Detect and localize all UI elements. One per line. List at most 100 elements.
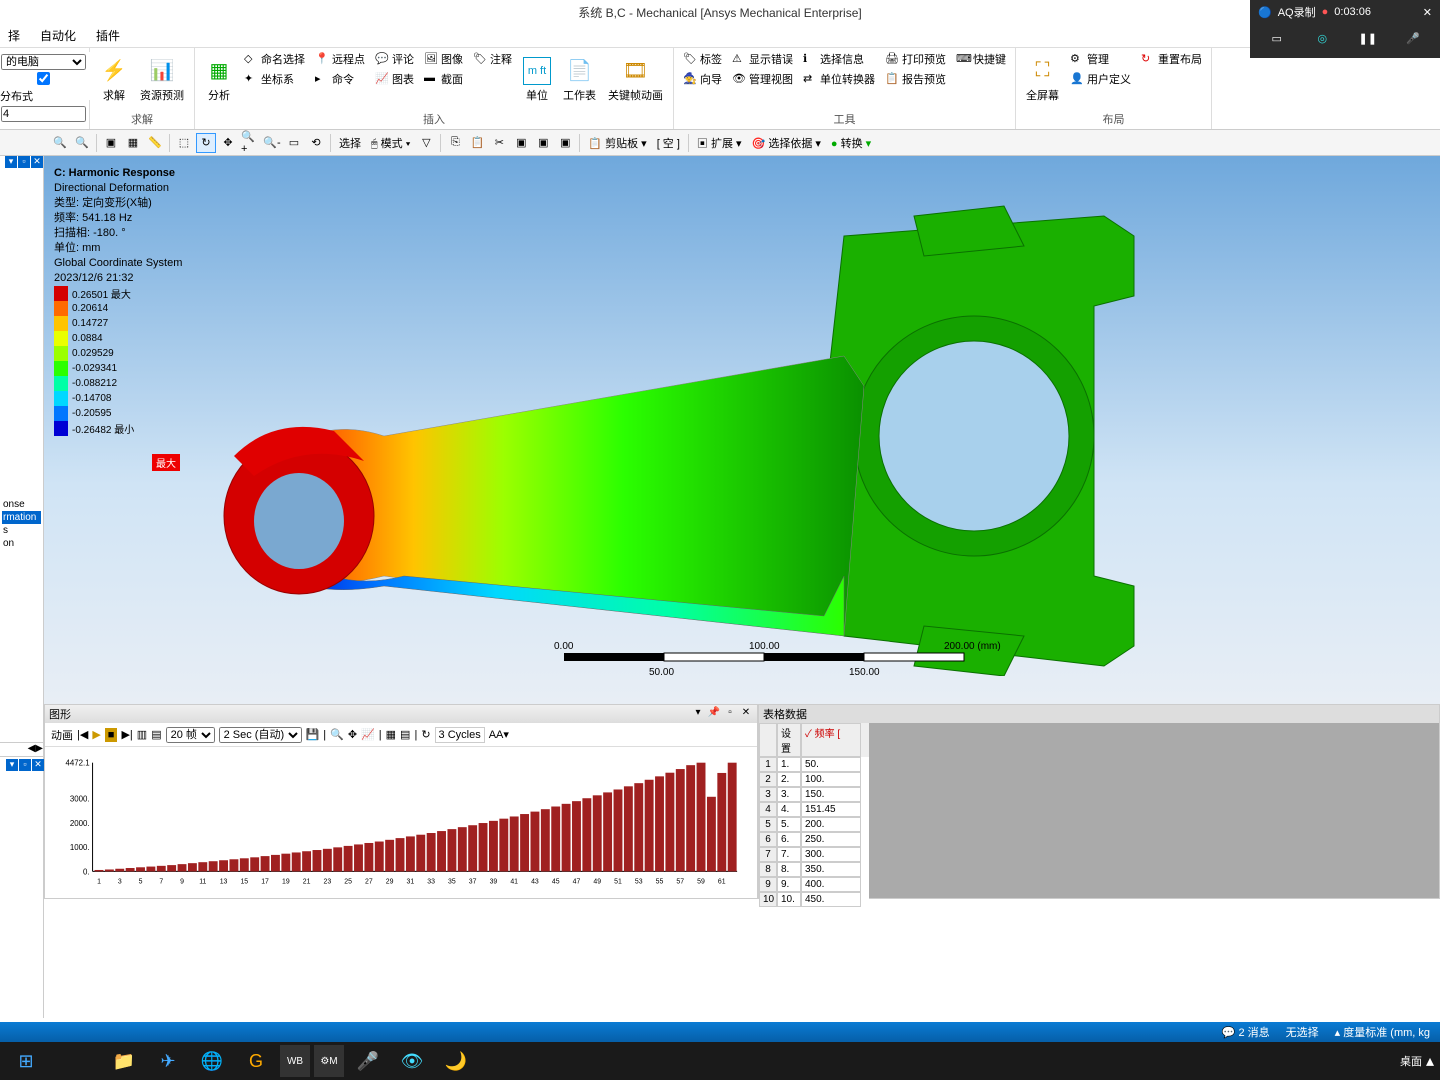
worksheet-button[interactable]: 📄工作表 — [559, 50, 600, 109]
dock-icon[interactable]: ▫ — [18, 156, 30, 168]
coord-sys-button[interactable]: ✦坐标系 — [241, 70, 308, 88]
reset-layout-button[interactable]: ↻重置布局 — [1138, 50, 1205, 68]
selection-info-button[interactable]: ℹ选择信息 — [800, 50, 878, 68]
anim-last-icon[interactable]: ▶| — [121, 728, 132, 741]
comment-button[interactable]: 💬评论 — [372, 50, 417, 68]
close-icon[interactable]: ✕ — [739, 707, 753, 721]
grid2-icon[interactable]: ▤ — [400, 728, 410, 741]
bar-chart[interactable]: 0.1000.2000.3000.4472.113579111315171921… — [45, 747, 757, 897]
table-row[interactable]: 77.300. — [759, 847, 869, 862]
select-label[interactable]: 选择 — [335, 135, 365, 151]
table-row[interactable]: 88.350. — [759, 862, 869, 877]
table-col-freq[interactable]: ✓ 频率 [ — [801, 723, 861, 757]
cores-input[interactable] — [1, 106, 86, 122]
recorder-pause-icon[interactable]: ❚❚ — [1358, 28, 1378, 48]
start-icon[interactable]: ⊞ — [6, 1045, 46, 1077]
desktop-label[interactable]: 桌面 — [1400, 1053, 1422, 1069]
messages-indicator[interactable]: 💬 2 消息 — [1222, 1024, 1270, 1040]
tray-up-icon[interactable]: ▴ — [1426, 1051, 1434, 1071]
expand-label[interactable]: ▣ 扩展 ▾ — [693, 135, 746, 151]
mic-icon[interactable]: 🎤 — [348, 1045, 388, 1077]
maximize-icon[interactable]: ▫ — [723, 707, 737, 721]
zoom-box-icon[interactable]: ▭ — [284, 133, 304, 153]
ruler-icon[interactable]: 📏 — [145, 133, 165, 153]
chart-opt-icon[interactable]: 📈 — [361, 728, 375, 741]
select-icon[interactable]: ⬚ — [174, 133, 194, 153]
annotation-button[interactable]: 🏷注释 — [470, 50, 515, 68]
pick-icon[interactable]: ▣ — [511, 133, 531, 153]
app4-icon[interactable]: 🌙 — [436, 1045, 476, 1077]
tree-item[interactable]: on — [2, 537, 41, 550]
anim-mode1-icon[interactable]: ▥ — [137, 728, 147, 741]
cut-icon[interactable]: ✂ — [489, 133, 509, 153]
cycles-icon[interactable]: ↻ — [421, 728, 430, 741]
unit-converter-button[interactable]: ⇄单位转换器 — [800, 70, 878, 88]
computer-combo[interactable]: 的电脑 — [1, 54, 86, 70]
outline-tree-panel[interactable]: ▾▫✕ onse rmation s on ◀ ▶ ▾▫✕ — [0, 156, 44, 1018]
table-row[interactable]: 55.200. — [759, 817, 869, 832]
clipboard-label[interactable]: 📋 剪贴板 ▾ — [584, 135, 650, 151]
graphics-viewport[interactable]: C: Harmonic Response Directional Deforma… — [44, 156, 1440, 704]
distributed-check[interactable] — [1, 72, 86, 85]
app2-icon[interactable]: G — [236, 1045, 276, 1077]
dropdown-icon[interactable]: ▾ — [691, 707, 705, 721]
table-row[interactable]: 66.250. — [759, 832, 869, 847]
pin-icon[interactable]: 📌 — [707, 707, 721, 721]
anim-first-icon[interactable]: |◀ — [77, 728, 88, 741]
time-select[interactable]: 2 Sec (自动) — [219, 727, 302, 743]
manage-views-button[interactable]: 👁管理视图 — [729, 70, 796, 88]
tree-item[interactable]: s — [2, 524, 41, 537]
tree-item[interactable]: onse — [2, 498, 41, 511]
tag-button[interactable]: 🏷标签 — [680, 50, 725, 68]
pick2-icon[interactable]: ▣ — [533, 133, 553, 153]
recorder-mic-icon[interactable]: 🎤 — [1403, 28, 1423, 48]
zoom-out-icon[interactable]: 🔍- — [262, 133, 282, 153]
menu-item[interactable]: 插件 — [96, 27, 120, 44]
mechanical-icon[interactable]: ⚙M — [314, 1045, 344, 1077]
user-defined-button[interactable]: 👤用户定义 — [1067, 70, 1134, 88]
table-row[interactable]: 22.100. — [759, 772, 869, 787]
reset-view-icon[interactable]: ⟲ — [306, 133, 326, 153]
table-col-settings[interactable]: 设置 — [777, 723, 801, 757]
export-icon[interactable]: 💾 — [306, 728, 320, 741]
chrome-icon[interactable]: 🌐 — [192, 1045, 232, 1077]
pin-icon[interactable]: ▾ — [5, 156, 17, 168]
workbench-icon[interactable]: WB — [280, 1045, 310, 1077]
anim-mode2-icon[interactable]: ▤ — [151, 728, 161, 741]
screen-recorder-overlay[interactable]: 🔵 AQ录制 ● 0:03:06 ✕ ▭ ◎ ❚❚ 🎤 — [1250, 0, 1440, 58]
recorder-window-icon[interactable]: ▭ — [1267, 28, 1287, 48]
tabular-data-panel[interactable]: 表格数据 设置 ✓ 频率 [ 11.50.22.100.33.150.44.15… — [758, 704, 1440, 899]
zoom-fit-icon[interactable]: 🔍 — [50, 133, 70, 153]
fullscreen-button[interactable]: ⛶全屏幕 — [1022, 50, 1063, 109]
shortcut-button[interactable]: ⌨快捷键 — [953, 50, 1009, 68]
zoom-icon[interactable]: 🔍 — [72, 133, 92, 153]
filter-icon[interactable]: ▽ — [416, 133, 436, 153]
show-errors-button[interactable]: ⚠显示错误 — [729, 50, 796, 68]
unit-status[interactable]: ▴ 度量标准 (mm, kg — [1335, 1024, 1430, 1040]
convert-label[interactable]: ● 转换 ▾ — [827, 135, 875, 151]
mode-label[interactable]: 🖱 模式 ▾ — [367, 135, 414, 151]
resource-predict-button[interactable]: 📊资源预测 — [136, 50, 188, 109]
table-row[interactable]: 33.150. — [759, 787, 869, 802]
command-button[interactable]: ▸命令 — [312, 70, 368, 88]
app3-icon[interactable]: 👁 — [392, 1045, 432, 1077]
named-selection-button[interactable]: ◇命名选择 — [241, 50, 308, 68]
recorder-close-icon[interactable]: ✕ — [1423, 6, 1432, 19]
print-preview-button[interactable]: 🖨打印预览 — [882, 50, 949, 68]
app-icon[interactable]: ✈ — [148, 1045, 188, 1077]
analysis-button[interactable]: ▦分析 — [201, 50, 237, 109]
report-preview-button[interactable]: 📋报告预览 — [882, 70, 949, 88]
recorder-record-icon[interactable]: ◎ — [1312, 28, 1332, 48]
graph-panel[interactable]: 图形 ▾📌▫✕ 动画 |◀ ▶ ■ ▶| ▥ ▤ 20 帧 2 Sec (自动)… — [44, 704, 758, 899]
windows-taskbar[interactable]: ⊞ 📁 ✈ 🌐 G WB ⚙M 🎤 👁 🌙 桌面 ▴ — [0, 1042, 1440, 1080]
chart-button[interactable]: 📈图表 — [372, 70, 417, 88]
explorer-icon[interactable]: 📁 — [104, 1045, 144, 1077]
anim-play-icon[interactable]: ▶ — [92, 728, 100, 741]
keyframe-button[interactable]: 🎞关键帧动画 — [604, 50, 667, 109]
close-panel-icon[interactable]: ✕ — [31, 156, 43, 168]
zoom-in-icon[interactable]: 🔍+ — [240, 133, 260, 153]
zoom-icon[interactable]: 🔍 — [330, 728, 344, 741]
menu-item[interactable]: 自动化 — [40, 27, 76, 44]
cycles-input[interactable]: 3 Cycles — [435, 727, 485, 743]
table-row[interactable]: 44.151.45 — [759, 802, 869, 817]
